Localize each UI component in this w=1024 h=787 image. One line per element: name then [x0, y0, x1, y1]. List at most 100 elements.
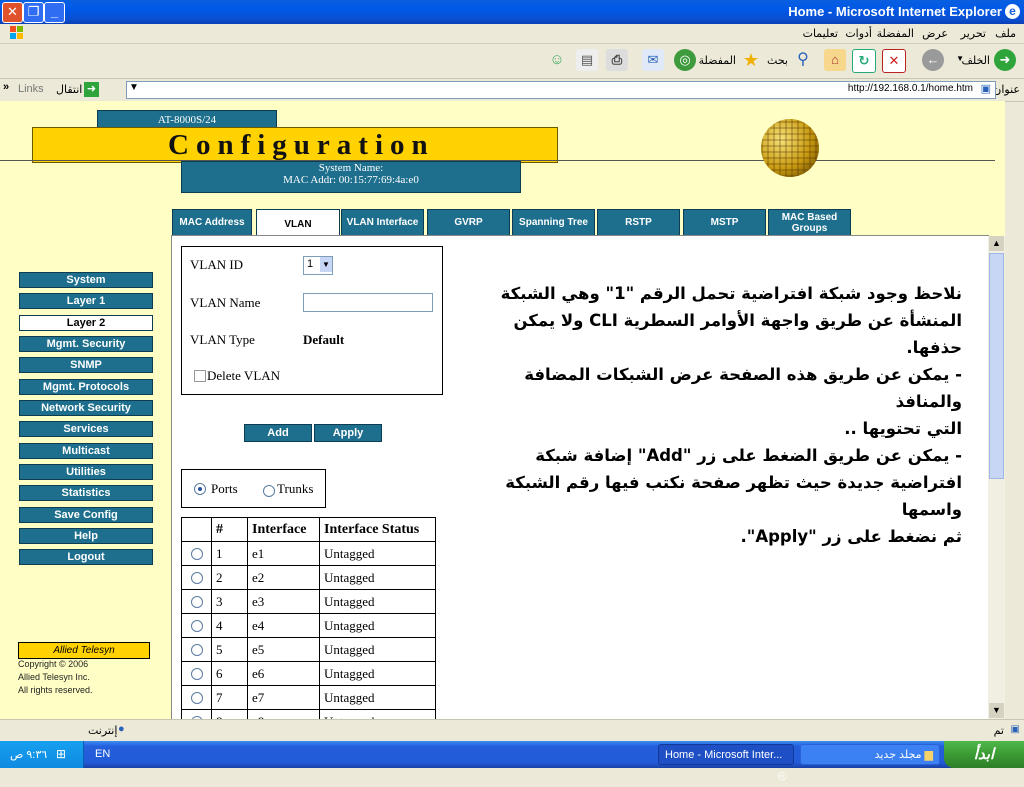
go-arrow-icon[interactable]: ➜ — [84, 82, 99, 97]
print-icon[interactable]: ⎙ — [606, 49, 628, 71]
tab-mac-based-groups[interactable]: MAC Based Groups — [768, 209, 851, 236]
edit-icon[interactable]: ▤ — [576, 49, 598, 71]
media-icon[interactable]: ◎ — [674, 49, 696, 71]
row-radio[interactable] — [190, 667, 203, 680]
sidebar-item-logout[interactable]: Logout — [19, 549, 153, 565]
sidebar-item-multicast[interactable]: Multicast — [19, 443, 153, 459]
status-text: تم — [993, 725, 1004, 737]
add-button[interactable]: Add — [244, 424, 312, 442]
minimize-button[interactable]: _ — [44, 2, 65, 23]
stop-icon[interactable]: ✕ — [882, 49, 906, 73]
sidebar-item-layer1[interactable]: Layer 1 — [19, 293, 153, 309]
menu-tools[interactable]: أدوات — [845, 27, 872, 40]
tab-vlan-interface[interactable]: VLAN Interface — [341, 209, 424, 236]
messenger-icon[interactable]: ☺ — [546, 49, 568, 71]
row-status: Untagged — [319, 613, 436, 638]
menu-favorites[interactable]: المفضلة — [877, 27, 914, 40]
col-number: # — [211, 517, 248, 542]
start-button[interactable]: ابدأ — [944, 741, 1024, 768]
chevron-icon[interactable]: » — [3, 81, 9, 93]
tab-rstp[interactable]: RSTP — [597, 209, 680, 236]
scroll-thumb[interactable] — [989, 253, 1004, 479]
task-ie[interactable]: Home - Microsoft Inter... ◎ — [658, 744, 794, 782]
back-label[interactable]: الخلف — [961, 54, 990, 67]
vlan-name-label: VLAN Name — [190, 295, 261, 310]
sidebar-item-statistics[interactable]: Statistics — [19, 485, 153, 501]
sidebar-item-snmp[interactable]: SNMP — [19, 357, 153, 373]
table-row: 4 e4 Untagged — [181, 613, 436, 638]
tab-vlan[interactable]: VLAN — [256, 209, 340, 238]
row-interface: e6 — [247, 661, 320, 686]
sidebar-item-mgmt-security[interactable]: Mgmt. Security — [19, 336, 153, 352]
row-interface: e3 — [247, 589, 320, 614]
vlan-id-select[interactable]: 1 ▼ — [303, 256, 333, 275]
row-radio[interactable] — [190, 643, 203, 656]
mail-icon[interactable]: ✉ — [642, 49, 664, 71]
row-radio[interactable] — [190, 571, 203, 584]
tab-gvrp[interactable]: GVRP — [427, 209, 510, 236]
ie-task-icon: ◎ — [777, 770, 787, 782]
sidebar-item-help[interactable]: Help — [19, 528, 153, 544]
sidebar-item-utilities[interactable]: Utilities — [19, 464, 153, 480]
vlan-id-value: 1 — [307, 258, 314, 270]
clock: ٩:٣٦ ص — [10, 749, 48, 761]
sidebar-item-mgmt-protocols[interactable]: Mgmt. Protocols — [19, 379, 153, 395]
row-radio[interactable] — [190, 547, 203, 560]
menu-edit[interactable]: تحرير — [961, 27, 986, 40]
language-indicator[interactable]: EN — [95, 748, 110, 760]
system-name: System Name: — [318, 162, 384, 174]
table-row: 5 e5 Untagged — [181, 637, 436, 662]
copyright-text: Copyright © 2006 Allied Telesyn Inc. All… — [18, 659, 93, 695]
vertical-scrollbar[interactable]: ▲ ▼ — [988, 236, 1005, 719]
network-icon[interactable]: ⊞ — [56, 747, 66, 761]
table-row: 8e8Untagged — [181, 709, 436, 719]
address-dropdown-icon[interactable]: ▼ — [129, 82, 139, 93]
back-dropdown-icon[interactable]: ▼ — [956, 54, 964, 63]
apply-button[interactable]: Apply — [314, 424, 382, 442]
favorites-label[interactable]: المفضلة — [699, 54, 736, 67]
go-label[interactable]: انتقال — [56, 83, 82, 96]
row-status: Untagged — [319, 637, 436, 662]
ports-radio[interactable] — [194, 483, 206, 495]
vlan-type-label: VLAN Type — [190, 332, 255, 347]
row-radio[interactable] — [190, 619, 203, 632]
row-radio[interactable] — [190, 691, 203, 704]
tab-mstp[interactable]: MSTP — [683, 209, 766, 236]
close-button[interactable]: ✕ — [2, 2, 23, 23]
menu-file[interactable]: ملف — [995, 27, 1016, 40]
restore-button[interactable]: ❐ — [23, 2, 44, 23]
vlan-name-input[interactable] — [303, 293, 433, 312]
menu-view[interactable]: عرض — [922, 27, 948, 40]
links-label[interactable]: Links — [18, 83, 44, 95]
row-status: Untagged — [319, 541, 436, 566]
sidebar-item-layer2[interactable]: Layer 2 — [19, 315, 153, 331]
table-row: 6 e6 Untagged — [181, 661, 436, 686]
table-header-row: # Interface Interface Status — [181, 517, 436, 542]
menu-help[interactable]: تعليمات — [803, 27, 838, 40]
scroll-up-icon[interactable]: ▲ — [989, 236, 1004, 251]
search-label[interactable]: بحث — [767, 54, 788, 67]
search-icon[interactable]: ⚲ — [792, 49, 814, 71]
row-interface: e2 — [247, 565, 320, 590]
task-folder[interactable]: مجلد جديد ▆ — [800, 744, 940, 765]
chevron-down-icon[interactable]: ▼ — [320, 257, 332, 272]
tab-mac-address[interactable]: MAC Address — [172, 209, 252, 236]
sidebar-item-save-config[interactable]: Save Config — [19, 507, 153, 523]
sidebar-item-system[interactable]: System — [19, 272, 153, 288]
row-radio[interactable] — [190, 595, 203, 608]
trunks-radio[interactable] — [263, 485, 275, 497]
delete-vlan-checkbox[interactable] — [194, 370, 206, 382]
row-status: Untagged — [319, 709, 436, 719]
scroll-down-icon[interactable]: ▼ — [989, 703, 1004, 718]
favorites-star-icon[interactable]: ★ — [740, 49, 762, 71]
back-arrow-icon[interactable]: ➜ — [994, 49, 1016, 71]
sidebar-item-services[interactable]: Services — [19, 421, 153, 437]
tab-spanning-tree[interactable]: Spanning Tree — [512, 209, 595, 236]
sidebar-item-network-security[interactable]: Network Security — [19, 400, 153, 416]
zone-label: إنترنت — [88, 725, 118, 737]
note-line: - يمكن عن طريق الضغط على زر "Add" إضافة … — [535, 446, 962, 465]
forward-arrow-icon[interactable]: ← — [922, 49, 944, 71]
home-icon[interactable]: ⌂ — [824, 49, 846, 71]
refresh-icon[interactable]: ↻ — [852, 49, 876, 73]
address-input[interactable]: ▼ http://192.168.0.1/home.htm ▣ — [126, 81, 996, 99]
